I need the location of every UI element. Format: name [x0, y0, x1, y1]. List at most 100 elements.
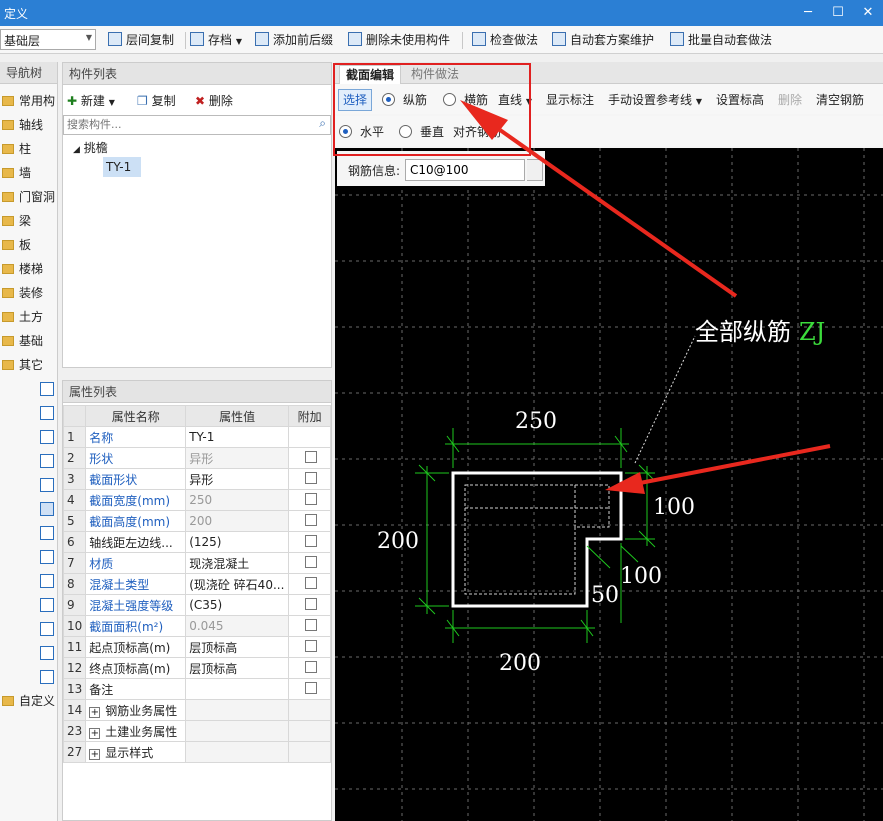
table-row[interactable]: 27 + 显示样式	[62, 741, 331, 763]
add-prefix-suffix-button[interactable]: 添加前后缀	[255, 30, 333, 50]
nav-item[interactable]: 门窗洞	[2, 187, 55, 207]
step-icon[interactable]	[40, 526, 54, 540]
post-icon[interactable]	[40, 646, 54, 660]
rail-icon[interactable]	[40, 598, 54, 612]
search-icon[interactable]: ⌕	[319, 116, 326, 131]
nav-item[interactable]: 墙	[2, 163, 31, 183]
prop-value[interactable]: (C35)	[185, 594, 290, 616]
table-row[interactable]: 5 截面高度(mm) 200	[62, 510, 331, 532]
check-method-button[interactable]: 检查做法	[472, 30, 538, 50]
checkbox[interactable]	[305, 534, 318, 547]
delete-unused-button[interactable]: 删除未使用构件	[348, 30, 450, 50]
expand-icon[interactable]: +	[89, 727, 101, 739]
cloud-icon[interactable]	[40, 454, 54, 468]
nav-item[interactable]: 轴线	[2, 115, 43, 135]
nav-item[interactable]: 装修	[2, 283, 43, 303]
prop-value[interactable]: 层顶标高	[185, 636, 290, 658]
expand-icon[interactable]: +	[89, 748, 101, 760]
prop-name-group[interactable]: + 显示样式	[85, 741, 187, 763]
minimize-button[interactable]: ─	[793, 0, 823, 26]
prop-value[interactable]: 层顶标高	[185, 657, 290, 679]
show-dims-button[interactable]: 显示标注	[546, 91, 594, 109]
table-row[interactable]: 11 起点顶标高(m) 层顶标高	[62, 636, 331, 658]
new-label: 新建	[80, 94, 105, 108]
nav-item[interactable]: 土方	[2, 307, 43, 327]
set-elevation-button[interactable]: 设置标高	[716, 91, 764, 109]
ramp-icon[interactable]	[40, 670, 54, 684]
table-row[interactable]: 13 备注	[62, 678, 331, 700]
tree-node-ty1[interactable]: TY-1	[103, 157, 141, 177]
table-row[interactable]: 1 名称 TY-1	[62, 426, 331, 448]
prop-value[interactable]: (125)	[185, 531, 290, 553]
table-row[interactable]: 14 + 钢筋业务属性	[62, 699, 331, 721]
checkbox[interactable]	[305, 660, 318, 673]
stair-icon[interactable]	[40, 550, 54, 564]
checkbox[interactable]	[305, 492, 318, 505]
prop-name-group[interactable]: + 土建业务属性	[85, 720, 187, 742]
nav-item[interactable]: 其它	[2, 355, 43, 375]
maximize-button[interactable]: ☐	[823, 0, 853, 26]
cap-icon[interactable]	[40, 478, 54, 492]
table-header-row: 属性名称 属性值 附加	[62, 405, 331, 427]
copy-between-floors-button[interactable]: 层间复制	[108, 30, 174, 50]
nav-item[interactable]: 常用构	[2, 91, 55, 111]
table-row[interactable]: 12 终点顶标高(m) 层顶标高	[62, 657, 331, 679]
drawing-canvas[interactable]: 250 200 100 100 50 200 全部纵筋 ZJ	[335, 148, 883, 821]
table-row[interactable]: 6 轴线距左边线... (125)	[62, 531, 331, 553]
checkbox[interactable]	[305, 471, 318, 484]
archive-button[interactable]: 存档 ▼	[190, 30, 242, 50]
checkbox[interactable]	[305, 618, 318, 631]
checkbox[interactable]	[305, 597, 318, 610]
nav-item-custom[interactable]: 自定义	[2, 691, 55, 711]
prop-extra	[288, 426, 331, 448]
pipe-icon[interactable]	[40, 622, 54, 636]
checkbox[interactable]	[305, 576, 318, 589]
prop-value[interactable]: 现浇混凝土	[185, 552, 290, 574]
table-row[interactable]: 7 材质 现浇混凝土	[62, 552, 331, 574]
table-row[interactable]: 3 截面形状 异形	[62, 468, 331, 490]
search-input[interactable]	[64, 116, 304, 133]
prop-value[interactable]: 异形	[185, 468, 290, 490]
nav-item[interactable]: 基础	[2, 331, 43, 351]
checkbox[interactable]	[305, 513, 318, 526]
collapse-icon: ◢	[73, 145, 80, 155]
manual-ref-button[interactable]: 手动设置参考线 ▼	[608, 91, 702, 109]
floor-select[interactable]: 基础层 ▼	[0, 29, 96, 50]
clear-rebar-button[interactable]: 清空钢筋	[816, 91, 864, 109]
eave-icon[interactable]	[40, 502, 54, 516]
expand-icon[interactable]: +	[89, 706, 101, 718]
nav-item[interactable]: 梁	[2, 211, 31, 231]
slab-icon[interactable]	[40, 382, 54, 396]
prop-value[interactable]: (现浇砼 碎石40...	[185, 573, 290, 595]
table-row[interactable]: 9 混凝土强度等级 (C35)	[62, 594, 331, 616]
table-row[interactable]: 23 + 土建业务属性	[62, 720, 331, 742]
column-icon[interactable]	[40, 430, 54, 444]
brush-icon[interactable]	[40, 406, 54, 420]
auto-scheme-button[interactable]: 自动套方案维护	[552, 30, 654, 50]
delete-button[interactable]: ✖ 删除	[195, 91, 233, 111]
nav-item[interactable]: 柱	[2, 139, 31, 159]
prop-name-group[interactable]: + 钢筋业务属性	[85, 699, 187, 721]
checkbox[interactable]	[305, 681, 318, 694]
nav-item[interactable]: 楼梯	[2, 259, 43, 279]
table-row[interactable]: 10 截面面积(m²) 0.045	[62, 615, 331, 637]
component-search[interactable]: ⌕	[63, 115, 331, 135]
table-row[interactable]: 4 截面宽度(mm) 250	[62, 489, 331, 511]
prop-value[interactable]	[185, 678, 290, 700]
close-button[interactable]: ✕	[853, 0, 883, 26]
table-row[interactable]: 2 形状 异形	[62, 447, 331, 469]
delete-rebar-button[interactable]: 删除	[778, 91, 802, 109]
tree-node-parent[interactable]: ◢ 挑檐	[73, 138, 108, 158]
copy-button[interactable]: ❐ 复制	[137, 91, 176, 111]
checkbox[interactable]	[305, 639, 318, 652]
prop-value[interactable]: TY-1	[185, 426, 290, 448]
new-button[interactable]: ✚ 新建 ▼	[67, 91, 115, 111]
rebar-info-input[interactable]	[405, 159, 525, 181]
checkbox[interactable]	[305, 555, 318, 568]
table-row[interactable]: 8 混凝土类型 (现浇砼 碎石40...	[62, 573, 331, 595]
batch-auto-button[interactable]: 批量自动套做法	[670, 30, 772, 50]
nav-item[interactable]: 板	[2, 235, 31, 255]
checkbox[interactable]	[305, 450, 318, 463]
rebar-info-dropdown[interactable]	[527, 159, 543, 181]
roof-icon[interactable]	[40, 574, 54, 588]
